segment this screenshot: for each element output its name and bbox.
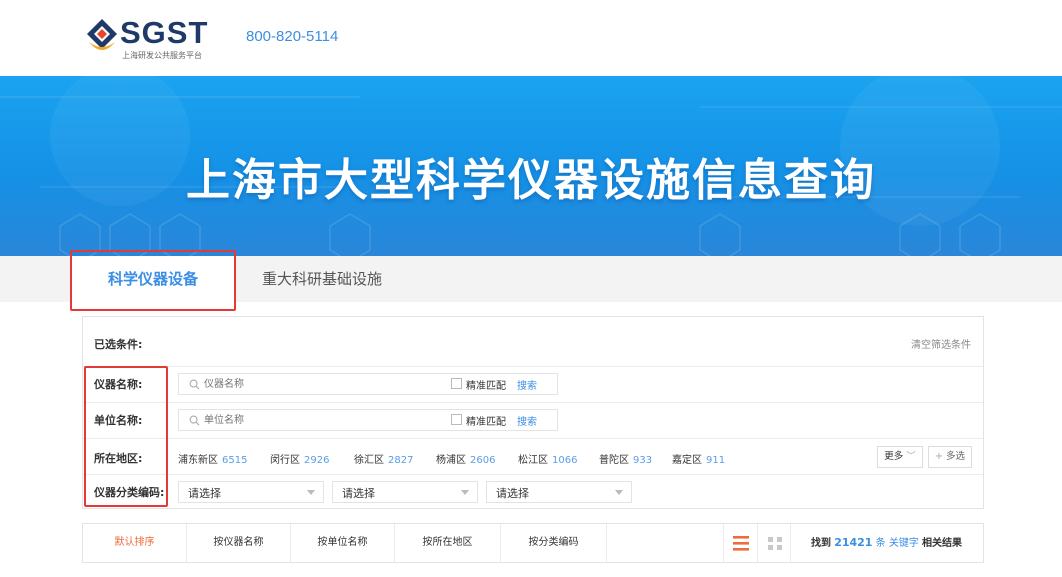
list-view-toggle[interactable] — [723, 524, 757, 562]
logo-mark-icon — [87, 19, 117, 50]
instrument-search-button[interactable]: 搜索 — [517, 377, 537, 392]
instrument-search-box: 精准匹配 搜索 — [178, 373, 558, 395]
chevron-down-icon: ﹀ — [906, 451, 916, 462]
search-icon — [189, 415, 200, 426]
region-item-putuo[interactable]: 普陀区 933 — [599, 451, 652, 466]
instrument-exact-match-label[interactable]: 精准匹配 — [466, 377, 506, 392]
org-exact-match-label[interactable]: 精准匹配 — [466, 413, 506, 428]
caret-down-icon — [615, 490, 623, 495]
org-search-button[interactable]: 搜索 — [517, 413, 537, 428]
region-row: 所在地区: 浦东新区 6515 闵行区 2926 徐汇区 2827 杨浦区 2606 松… — [83, 439, 983, 475]
site-header: SGST 上海研发公共服务平台 800-820-5114 — [0, 0, 1062, 76]
org-search-box: 精准匹配 搜索 — [178, 409, 558, 431]
category-select-level-3[interactable]: 请选择 — [486, 481, 632, 503]
result-count-text: 找到 21421 条 关键字 相关结果 — [811, 536, 963, 549]
sort-by-category-code[interactable]: 按分类编码 — [501, 524, 607, 562]
grid-view-toggle[interactable] — [757, 524, 791, 562]
selected-conditions-label: 已选条件: — [94, 338, 143, 351]
region-list: 浦东新区 6515 闵行区 2926 徐汇区 2827 杨浦区 2606 松江区 1066… — [178, 451, 868, 466]
grid-view-icon — [768, 537, 782, 550]
caret-down-icon — [307, 490, 315, 495]
sort-by-instrument-name[interactable]: 按仪器名称 — [187, 524, 291, 562]
sort-by-region[interactable]: 按所在地区 — [395, 524, 501, 562]
hotline-phone: 800-820-5114 — [246, 28, 339, 45]
caret-down-icon — [461, 490, 469, 495]
tab-major-facilities[interactable]: 重大科研基础设施 — [262, 256, 382, 302]
sort-default[interactable]: 默认排序 — [83, 524, 187, 562]
region-item-jiading[interactable]: 嘉定区 911 — [672, 451, 725, 466]
region-more-button[interactable]: 更多 ﹀ — [877, 446, 923, 468]
sort-by-org-name[interactable]: 按单位名称 — [291, 524, 395, 562]
list-view-icon — [733, 536, 749, 551]
selected-conditions-row: 已选条件: 清空筛选条件 — [83, 317, 983, 367]
hero-banner: 上海市大型科学仪器设施信息查询 — [0, 76, 1062, 256]
instrument-name-row: 仪器名称: 精准匹配 搜索 — [83, 367, 983, 403]
category-select-level-1[interactable]: 请选择 — [178, 481, 324, 503]
instrument-name-input[interactable] — [204, 374, 454, 394]
org-exact-match-checkbox[interactable] — [451, 414, 462, 425]
clear-filters-link[interactable]: 清空筛选条件 — [911, 336, 971, 351]
banner-title: 上海市大型科学仪器设施信息查询 — [186, 155, 876, 206]
category-code-row: 仪器分类编码: 请选择 请选择 请选择 — [83, 475, 983, 509]
logo-subtitle: 上海研发公共服务平台 — [122, 51, 202, 60]
region-multi-select-button[interactable]: + 多选 — [928, 446, 972, 468]
region-item-xuhui[interactable]: 徐汇区 2827 — [354, 451, 413, 466]
org-name-input[interactable] — [204, 410, 454, 430]
highlight-box-filter-labels — [84, 366, 168, 507]
sgst-logo[interactable]: SGST 上海研发公共服务平台 — [86, 16, 226, 60]
search-icon — [189, 379, 200, 390]
filter-panel: 已选条件: 清空筛选条件 仪器名称: 精准匹配 搜索 单位名称: 精准匹配 — [82, 316, 984, 509]
sort-bar: 默认排序 按仪器名称 按单位名称 按所在地区 按分类编码 找到 21421 条 … — [82, 523, 984, 563]
highlight-box-tab — [70, 250, 236, 311]
instrument-exact-match-checkbox[interactable] — [451, 378, 462, 389]
region-item-yangpu[interactable]: 杨浦区 2606 — [436, 451, 495, 466]
result-count: 21421 — [834, 536, 873, 549]
region-item-minhang[interactable]: 闵行区 2926 — [270, 451, 329, 466]
org-name-row: 单位名称: 精准匹配 搜索 — [83, 403, 983, 439]
plus-icon: + — [934, 451, 943, 462]
category-select-level-2[interactable]: 请选择 — [332, 481, 478, 503]
region-item-songjiang[interactable]: 松江区 1066 — [518, 451, 577, 466]
logo-wordmark: SGST — [120, 15, 209, 50]
region-item-pudong[interactable]: 浦东新区 6515 — [178, 451, 247, 466]
